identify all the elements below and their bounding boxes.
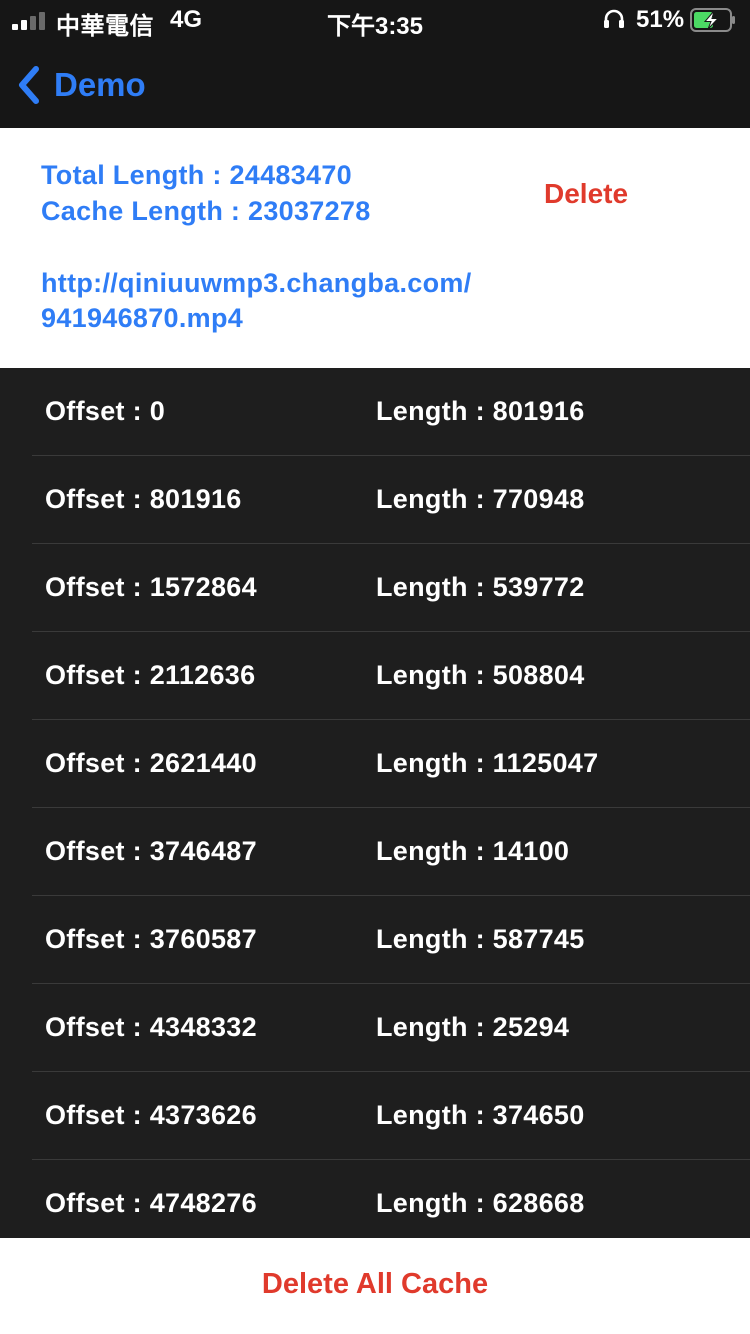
list-item: Offset : 1572864 Length : 539772 — [0, 544, 750, 632]
segment-offset: Offset : 2112636 — [45, 660, 256, 690]
segment-offset: Offset : 0 — [45, 396, 166, 426]
segment-offset: Offset : 2621440 — [45, 748, 257, 778]
segment-length: Length : 801916 — [376, 396, 585, 426]
list-item: Offset : 4373626 Length : 374650 — [0, 1072, 750, 1160]
segment-length: Length : 508804 — [376, 660, 585, 690]
segment-length: Length : 539772 — [376, 572, 585, 602]
segment-length: Length : 374650 — [376, 1100, 585, 1130]
cache-segment-list[interactable]: Offset : 0 Length : 801916 Offset : 8019… — [0, 368, 750, 1238]
list-item: Offset : 2621440 Length : 1125047 — [0, 720, 750, 808]
segment-length: Length : 770948 — [376, 484, 585, 514]
app-screen: 中華電信 4G 下午3:35 51% Demo Total Length : 2… — [0, 0, 750, 1334]
segment-length: Length : 628668 — [376, 1188, 585, 1218]
url-label-line-1: http://qiniuuwmp3.changba.com/ — [41, 268, 472, 298]
segment-offset: Offset : 801916 — [45, 484, 242, 514]
segment-offset: Offset : 4348332 — [45, 1012, 257, 1042]
bottom-action-bar: Delete All Cache — [0, 1238, 750, 1334]
segment-offset: Offset : 4748276 — [45, 1188, 257, 1218]
battery-percent: 51% — [636, 6, 685, 33]
chevron-left-icon — [19, 66, 39, 104]
delete-all-cache-button[interactable]: Delete All Cache — [0, 1268, 750, 1301]
segment-length: Length : 1125047 — [376, 748, 599, 778]
list-item: Offset : 4748276 Length : 628668 — [0, 1160, 750, 1238]
navigation-bar: Demo — [0, 40, 750, 128]
segment-length: Length : 14100 — [376, 836, 570, 866]
segment-offset: Offset : 4373626 — [45, 1100, 257, 1130]
list-item: Offset : 0 Length : 801916 — [0, 368, 750, 456]
delete-button[interactable]: Delete — [544, 178, 628, 210]
list-item: Offset : 4348332 Length : 25294 — [0, 984, 750, 1072]
list-item: Offset : 3760587 Length : 587745 — [0, 896, 750, 984]
cache-info-card: Total Length : 24483470 Cache Length : 2… — [0, 128, 750, 368]
battery-charging-icon — [690, 8, 735, 32]
segment-length: Length : 25294 — [376, 1012, 570, 1042]
url-label-line-2: 941946870.mp4 — [41, 303, 244, 333]
total-length-label: Total Length : 24483470 — [41, 160, 352, 190]
list-item: Offset : 2112636 Length : 508804 — [0, 632, 750, 720]
list-item: Offset : 3746487 Length : 14100 — [0, 808, 750, 896]
cache-length-label: Cache Length : 23037278 — [41, 196, 371, 226]
back-button-label: Demo — [54, 66, 146, 103]
segment-length: Length : 587745 — [376, 924, 585, 954]
segment-offset: Offset : 1572864 — [45, 572, 257, 602]
headphones-icon — [604, 9, 624, 28]
segment-offset: Offset : 3760587 — [45, 924, 257, 954]
back-button[interactable]: Demo — [14, 62, 146, 108]
status-bar: 中華電信 4G 下午3:35 51% — [0, 0, 750, 40]
list-item: Offset : 801916 Length : 770948 — [0, 456, 750, 544]
segment-offset: Offset : 3746487 — [45, 836, 257, 866]
